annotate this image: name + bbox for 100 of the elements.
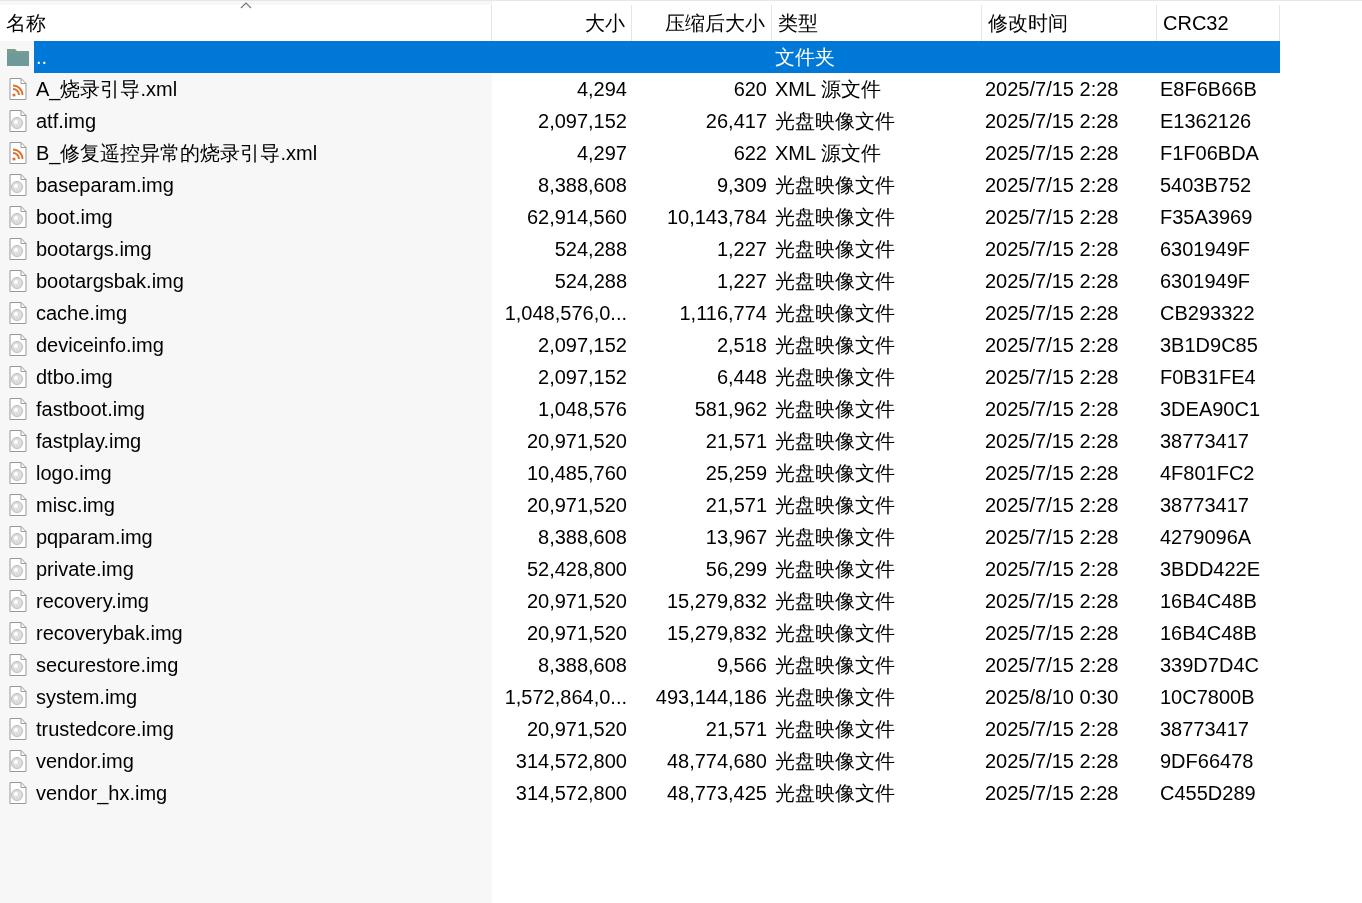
table-cell-text: 9,309 xyxy=(715,173,768,198)
table-cell-text: 光盘映像文件 xyxy=(774,557,896,582)
file-row[interactable]: fastboot.img 1,048,576 581,962 光盘映像文件 2025/7/15 2:28 3DEA90C1 xyxy=(34,393,1280,425)
file-name: dtbo.img xyxy=(35,365,114,390)
table-cell-text: 光盘映像文件 xyxy=(774,781,896,806)
table-cell-text: 1,227 xyxy=(715,237,768,262)
table-cell-text: F0B31FE4 xyxy=(1159,365,1257,390)
table-cell-text: 20,971,520 xyxy=(525,717,628,742)
table-cell-text: 2025/7/15 2:28 xyxy=(984,589,1120,614)
table-cell-text: 光盘映像文件 xyxy=(774,525,896,550)
table-cell-text: 9,566 xyxy=(715,653,768,678)
table-cell-text: 52,428,800 xyxy=(525,557,628,582)
table-cell-text: 2025/7/15 2:28 xyxy=(984,653,1120,678)
table-cell-text: 622 xyxy=(732,141,768,166)
table-cell-text: 56,299 xyxy=(704,557,768,582)
table-cell-text: 2025/7/15 2:28 xyxy=(984,205,1120,230)
file-name: private.img xyxy=(35,557,135,582)
table-cell-text: 8,388,608 xyxy=(537,173,628,198)
table-cell-text: 493,144,186 xyxy=(654,685,768,710)
file-name: logo.img xyxy=(35,461,113,486)
table-cell-text: 3B1D9C85 xyxy=(1159,333,1259,358)
file-name: trustedcore.img xyxy=(35,717,175,742)
table-cell-text: 25,259 xyxy=(704,461,768,486)
disc-document-icon xyxy=(6,109,30,133)
table-cell-text: 314,572,800 xyxy=(514,781,628,806)
table-cell-text: 620 xyxy=(732,77,768,102)
table-cell-text: 2025/7/15 2:28 xyxy=(984,717,1120,742)
table-cell-text: 光盘映像文件 xyxy=(774,685,896,710)
disc-document-icon xyxy=(6,781,30,805)
table-cell-text: 1,116,774 xyxy=(678,301,768,326)
disc-document-icon xyxy=(6,493,30,517)
table-cell-text: 2025/7/15 2:28 xyxy=(984,77,1120,102)
file-row[interactable]: A_烧录引导.xml 4,294 620 XML 源文件 2025/7/15 2:28 E8F6B66B xyxy=(34,73,1280,105)
table-cell-text: 16B4C48B xyxy=(1159,621,1258,646)
table-cell-text: 1,227 xyxy=(715,269,768,294)
file-row[interactable]: baseparam.img 8,388,608 9,309 光盘映像文件 2025/7/15 2:28 5403B752 xyxy=(34,169,1280,201)
file-row[interactable]: bootargsbak.img 524,288 1,227 光盘映像文件 2025/7/15 2:28 6301949F xyxy=(34,265,1280,297)
file-row[interactable]: .. 文件夹 xyxy=(34,41,1280,73)
table-cell-text: 314,572,800 xyxy=(514,749,628,774)
file-row[interactable]: misc.img 20,971,520 21,571 光盘映像文件 2025/7/15 2:28 38773417 xyxy=(34,489,1280,521)
table-cell-text: 339D7D4C xyxy=(1159,653,1260,678)
disc-document-icon xyxy=(6,365,30,389)
disc-document-icon xyxy=(6,173,30,197)
table-cell-text: 5403B752 xyxy=(1159,173,1253,198)
file-row[interactable]: vendor.img 314,572,800 48,774,680 光盘映像文件 2025/7/15 2:28 9DF66478 xyxy=(34,745,1280,777)
disc-document-icon xyxy=(6,717,30,741)
file-row[interactable]: trustedcore.img 20,971,520 21,571 光盘映像文件 2025/7/15 2:28 38773417 xyxy=(34,713,1280,745)
table-cell-text: 2,097,152 xyxy=(537,333,628,358)
column-header[interactable]: 名称 xyxy=(0,5,492,41)
disc-document-icon xyxy=(6,749,30,773)
table-cell-text: F35A3969 xyxy=(1159,205,1254,230)
table-cell-text: 光盘映像文件 xyxy=(774,365,896,390)
table-cell-text: 20,971,520 xyxy=(525,493,628,518)
file-name: A_烧录引导.xml xyxy=(35,77,179,103)
file-row[interactable]: bootargs.img 524,288 1,227 光盘映像文件 2025/7/15 2:28 6301949F xyxy=(34,233,1280,265)
file-row[interactable]: recoverybak.img 20,971,520 15,279,832 光盘映像文件 2025/7/15 2:28 16B4C48B xyxy=(34,617,1280,649)
table-cell-text: 2025/7/15 2:28 xyxy=(984,301,1120,326)
file-row[interactable]: recovery.img 20,971,520 15,279,832 光盘映像文件 2025/7/15 2:28 16B4C48B xyxy=(34,585,1280,617)
table-cell-text: F1F06BDA xyxy=(1159,141,1260,166)
file-row[interactable]: dtbo.img 2,097,152 6,448 光盘映像文件 2025/7/15 2:28 F0B31FE4 xyxy=(34,361,1280,393)
table-cell-text: 2025/7/15 2:28 xyxy=(984,173,1120,198)
file-row[interactable]: B_修复遥控异常的烧录引导.xml 4,297 622 XML 源文件 2025/7/15 2:28 F1F06BDA xyxy=(34,137,1280,169)
file-row[interactable]: logo.img 10,485,760 25,259 光盘映像文件 2025/7/15 2:28 4F801FC2 xyxy=(34,457,1280,489)
disc-document-icon xyxy=(6,397,30,421)
file-row[interactable]: system.img 1,572,864,0... 493,144,186 光盘映像文件 2025/8/10 0:30 10C7800B xyxy=(34,681,1280,713)
file-row[interactable]: pqparam.img 8,388,608 13,967 光盘映像文件 2025/7/15 2:28 4279096A xyxy=(34,521,1280,553)
file-row[interactable]: deviceinfo.img 2,097,152 2,518 光盘映像文件 2025/7/15 2:28 3B1D9C85 xyxy=(34,329,1280,361)
file-name: vendor_hx.img xyxy=(35,781,169,807)
table-cell-text: 3DEA90C1 xyxy=(1159,397,1262,422)
file-name: B_修复遥控异常的烧录引导.xml xyxy=(35,141,319,167)
table-cell-text: 光盘映像文件 xyxy=(774,717,896,742)
table-cell-text: 3BDD422E xyxy=(1159,557,1262,582)
table-cell-text: 2025/7/15 2:28 xyxy=(984,621,1120,646)
disc-document-icon xyxy=(6,429,30,453)
table-cell-text: 581,962 xyxy=(693,397,768,422)
table-cell-text: 2025/7/15 2:28 xyxy=(984,109,1120,134)
table-cell-text: 48,773,425 xyxy=(665,781,768,806)
table-cell-text: 2025/7/15 2:28 xyxy=(984,781,1120,806)
table-cell-text: 4,294 xyxy=(575,77,628,102)
table-cell-text: 2025/7/15 2:28 xyxy=(984,749,1120,774)
file-row[interactable]: boot.img 62,914,560 10,143,784 光盘映像文件 2025/7/15 2:28 F35A3969 xyxy=(34,201,1280,233)
file-row[interactable]: cache.img 1,048,576,0... 1,116,774 光盘映像文件 2025/7/15 2:28 CB293322 xyxy=(34,297,1280,329)
file-name: baseparam.img xyxy=(35,173,175,198)
table-cell-text: XML 源文件 xyxy=(774,77,882,102)
file-row[interactable]: private.img 52,428,800 56,299 光盘映像文件 2025/7/15 2:28 3BDD422E xyxy=(34,553,1280,585)
table-cell-text: 光盘映像文件 xyxy=(774,301,896,326)
table-cell-text: XML 源文件 xyxy=(774,141,882,166)
file-row[interactable]: fastplay.img 20,971,520 21,571 光盘映像文件 2025/7/15 2:28 38773417 xyxy=(34,425,1280,457)
file-row[interactable]: vendor_hx.img 314,572,800 48,773,425 光盘映像文件 2025/7/15 2:28 C455D289 xyxy=(34,777,1280,809)
table-cell-text: 20,971,520 xyxy=(525,589,628,614)
disc-document-icon xyxy=(6,557,30,581)
file-row[interactable]: atf.img 2,097,152 26,417 光盘映像文件 2025/7/15 2:28 E1362126 xyxy=(34,105,1280,137)
disc-document-icon xyxy=(6,333,30,357)
file-name: misc.img xyxy=(35,493,116,518)
table-cell-text: CB293322 xyxy=(1159,301,1256,326)
table-cell-text: 光盘映像文件 xyxy=(774,205,896,230)
file-row[interactable]: securestore.img 8,388,608 9,566 光盘映像文件 2025/7/15 2:28 339D7D4C xyxy=(34,649,1280,681)
table-cell-text: 8,388,608 xyxy=(537,525,628,550)
disc-document-icon xyxy=(6,205,30,229)
table-cell-text: 光盘映像文件 xyxy=(774,397,896,422)
